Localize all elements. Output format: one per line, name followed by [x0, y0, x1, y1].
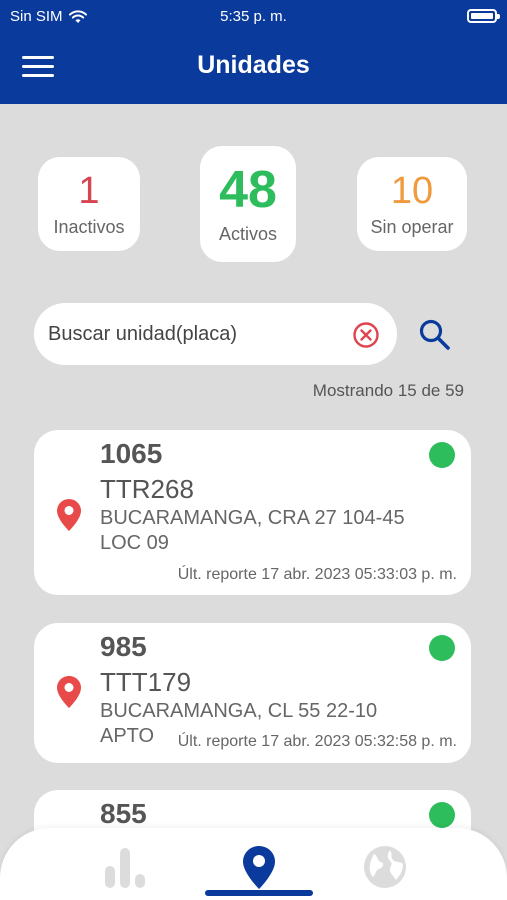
- battery-icon: [467, 9, 500, 23]
- location-pin-icon: [57, 676, 81, 708]
- stat-active-label: Activos: [218, 224, 278, 244]
- page-title: Unidades: [197, 51, 310, 79]
- bottom-nav: [0, 828, 507, 900]
- stat-active-value: 48: [219, 161, 277, 219]
- unit-card[interactable]: 985 TTT179 BUCARAMANGA, CL 55 22-10 APTO…: [34, 623, 471, 763]
- unit-plate: TTT179: [100, 667, 192, 697]
- stat-active-card[interactable]: 48 Activos: [200, 146, 296, 262]
- stat-no-operation-label: Sin operar: [370, 217, 454, 237]
- status-indicator: [429, 442, 455, 468]
- status-indicator: [429, 635, 455, 661]
- app-header: Sin SIM 5:35 p. m. Unidades: [0, 0, 507, 104]
- stat-no-operation-card[interactable]: 10 Sin operar: [357, 157, 467, 251]
- status-indicator: [429, 802, 455, 828]
- stat-inactive-card[interactable]: 1 Inactivos: [38, 157, 140, 251]
- unit-address: BUCARAMANGA, CRA 27 104-45 LOC 09: [100, 507, 405, 554]
- stat-inactive-label: Inactivos: [53, 217, 125, 237]
- status-bar: Sin SIM 5:35 p. m.: [0, 6, 507, 28]
- unit-id: 985: [100, 631, 147, 662]
- stat-inactive-value: 1: [78, 170, 100, 212]
- search-bar: [34, 303, 397, 365]
- unit-card[interactable]: 1065 TTR268 BUCARAMANGA, CRA 27 104-45 L…: [34, 430, 471, 595]
- search-icon[interactable]: [418, 318, 452, 352]
- bar-chart-icon[interactable]: [100, 842, 150, 892]
- results-count: Mostrando 15 de 59: [312, 381, 464, 400]
- unit-id: 1065: [100, 438, 163, 469]
- clear-search-icon[interactable]: [352, 321, 380, 349]
- unit-plate: TTR268: [100, 474, 194, 504]
- unit-last-report: Últ. reporte 17 abr. 2023 05:32:58 p. m.: [177, 733, 457, 750]
- stat-no-operation-value: 10: [390, 170, 434, 212]
- globe-icon[interactable]: [360, 842, 410, 892]
- location-pin-icon: [57, 499, 81, 531]
- unit-id: 855: [100, 798, 147, 829]
- unit-last-report: Últ. reporte 17 abr. 2023 05:33:03 p. m.: [177, 566, 457, 583]
- active-tab-indicator: [205, 890, 313, 896]
- search-input[interactable]: [48, 315, 338, 353]
- map-pin-icon[interactable]: [234, 842, 284, 892]
- status-time: 5:35 p. m.: [220, 8, 287, 25]
